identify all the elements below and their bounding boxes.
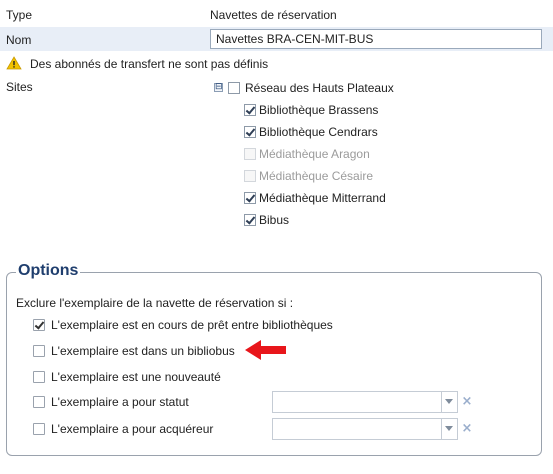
warning-text: Des abonnés de transfert ne sont pas déf… [30, 57, 269, 71]
option-checkbox-nouveaute[interactable] [33, 371, 45, 383]
statut-dropdown-icon[interactable] [442, 391, 458, 413]
site-label-cendrars: Bibliothèque Cendrars [259, 125, 378, 139]
option-checkbox-bibliobus[interactable] [33, 345, 45, 357]
type-label: Type [6, 8, 33, 22]
options-intro: Exclure l'exemplaire de la navette de ré… [16, 296, 294, 310]
site-label-bibus: Bibus [259, 213, 290, 227]
site-label-root: Réseau des Hauts Plateaux [245, 81, 394, 95]
acquereur-dropdown-icon[interactable] [442, 418, 458, 440]
option-label-pret: L'exemplaire est en cours de prêt entre … [51, 318, 333, 332]
site-label-cesaire: Médiathèque Césaire [259, 169, 374, 183]
name-label: Nom [6, 33, 32, 47]
option-label-acquereur: L'exemplaire a pour acquéreur [51, 422, 214, 436]
option-label-statut: L'exemplaire a pour statut [51, 395, 189, 409]
options-legend: Options [16, 262, 81, 280]
collapse-icon[interactable]: ⊟ [214, 83, 223, 92]
option-label-bibliobus: L'exemplaire est dans un bibliobus [51, 344, 235, 358]
site-checkbox-brassens[interactable] [244, 104, 256, 116]
option-checkbox-statut[interactable] [33, 396, 45, 408]
site-label-brassens: Bibliothèque Brassens [259, 103, 379, 117]
site-checkbox-cendrars[interactable] [244, 126, 256, 138]
site-checkbox-cesaire [244, 170, 256, 182]
option-checkbox-pret[interactable] [33, 319, 45, 331]
site-label-mitterrand: Médiathèque Mitterrand [259, 191, 386, 205]
acquereur-clear-icon[interactable]: × [460, 418, 474, 440]
name-input[interactable] [210, 29, 542, 49]
site-checkbox-bibus[interactable] [244, 214, 256, 226]
site-checkbox-mitterrand[interactable] [244, 192, 256, 204]
sites-label: Sites [6, 80, 33, 94]
acquereur-select[interactable] [272, 418, 442, 440]
type-value: Navettes de réservation [210, 8, 337, 22]
option-label-nouveaute: L'exemplaire est une nouveauté [51, 370, 221, 384]
statut-clear-icon[interactable]: × [460, 391, 474, 413]
site-label-aragon: Médiathèque Aragon [259, 147, 370, 161]
site-checkbox-aragon [244, 148, 256, 160]
red-arrow-icon [245, 340, 286, 360]
warning-icon [6, 56, 22, 70]
option-checkbox-acquereur[interactable] [33, 423, 45, 435]
statut-select[interactable] [272, 391, 442, 413]
site-checkbox-root[interactable] [228, 82, 240, 94]
